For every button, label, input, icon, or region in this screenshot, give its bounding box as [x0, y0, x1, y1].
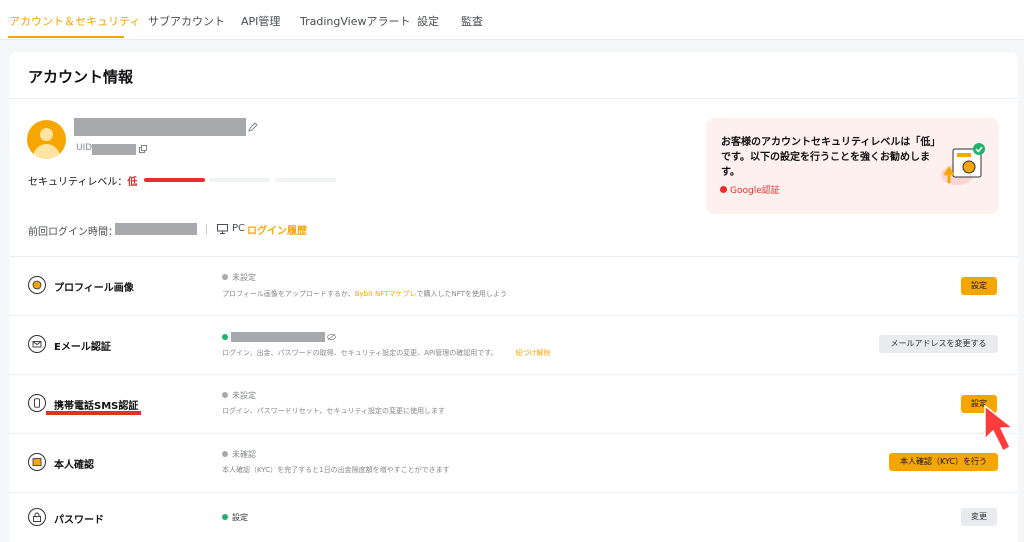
- avatar[interactable]: [27, 120, 66, 159]
- hide-eye-icon[interactable]: [327, 333, 336, 341]
- row-label-kyc: 本人確認: [54, 460, 94, 471]
- divider: [9, 492, 1018, 493]
- copy-icon[interactable]: [139, 145, 147, 153]
- tab-api-management[interactable]: API管理: [241, 13, 280, 29]
- password-change-button[interactable]: 変更: [961, 508, 997, 526]
- edit-icon[interactable]: [248, 122, 258, 132]
- security-level-label: セキュリティレベル：低: [28, 177, 138, 188]
- alert-message: お客様のアカウントセキュリティレベルは「低」です。以下の設定を行うことを強くお勧…: [721, 137, 936, 178]
- security-bar-segment-3: [275, 178, 336, 182]
- security-bar-segment-2: [209, 178, 270, 182]
- phone-icon: [28, 394, 46, 412]
- google-auth-link[interactable]: Google認証: [720, 183, 780, 196]
- sms-description: ログイン、パスワードリセット、セキュリティ設定の変更に使用します: [222, 407, 446, 415]
- email-icon: [28, 335, 46, 353]
- nft-marketplace-link[interactable]: Bybit NFTマケプレ: [355, 290, 417, 298]
- tab-tradingview-alerts[interactable]: TradingViewアラート: [300, 13, 410, 29]
- security-illustration-icon: [941, 143, 985, 185]
- sms-status: 未設定: [222, 390, 256, 401]
- page-title: アカウント情報: [28, 68, 134, 86]
- row-label-sms: 携帯電話SMS認証: [54, 401, 139, 412]
- kyc-status: 未確認: [222, 449, 256, 460]
- profile-image-description: プロフィール画像をアップロードするか、Bybit NFTマケプレで購入したNFT…: [222, 290, 507, 298]
- divider: [9, 433, 1018, 434]
- active-tab-indicator: [8, 36, 124, 38]
- tab-sub-accounts[interactable]: サブアカウント: [148, 13, 225, 29]
- row-label-password: パスワード: [54, 515, 104, 526]
- kyc-verify-button[interactable]: 本人確認（KYC）を行う: [889, 453, 998, 471]
- alert-icon: [720, 186, 727, 193]
- last-login-label: 前回ログイン時間：: [28, 227, 118, 238]
- email-verified-dot: [222, 334, 228, 340]
- security-alert-box: お客様のアカウントセキュリティレベルは「低」です。以下の設定を行うことを強くお勧…: [706, 118, 999, 214]
- divider: [9, 315, 1018, 316]
- security-level-value: 低: [127, 177, 138, 188]
- redacted-login-time: [115, 223, 197, 235]
- profile-image-set-button[interactable]: 設定: [961, 277, 997, 295]
- email-description: ログイン、出金、パスワードの取得、セキュリティ設定の変更、API管理の確認用です…: [222, 349, 551, 357]
- redacted-email: [231, 332, 325, 342]
- account-info-card: アカウント情報 UID: セキュリティレベル：低 前回ログイン時間： PC ログ…: [9, 52, 1018, 542]
- security-bar-segment-1: [144, 178, 205, 182]
- divider: [9, 374, 1018, 375]
- divider: [9, 256, 1018, 257]
- tab-settings[interactable]: 設定: [417, 13, 439, 29]
- row-label-profile-image: プロフィール画像: [54, 283, 134, 294]
- redacted-uid: [92, 144, 136, 155]
- redacted-username: [74, 118, 246, 136]
- id-card-icon: [28, 453, 46, 471]
- red-cursor-arrow-icon: [984, 405, 1014, 452]
- unlink-email-link[interactable]: 紐づけ解除: [516, 349, 551, 357]
- divider: [206, 224, 207, 234]
- profile-image-icon: [28, 276, 46, 294]
- change-email-button[interactable]: メールアドレスを変更する: [879, 335, 998, 353]
- monitor-icon: [217, 224, 228, 234]
- password-status: 設定: [222, 512, 248, 523]
- tab-account-security[interactable]: アカウント＆セキュリティ: [9, 13, 140, 29]
- divider: [9, 98, 1018, 99]
- row-label-email: Eメール認証: [54, 342, 111, 353]
- tab-audit[interactable]: 監査: [461, 13, 483, 29]
- device-label: PC: [232, 223, 246, 234]
- red-highlight-underline: [46, 411, 141, 415]
- lock-icon: [28, 508, 46, 526]
- profile-image-status: 未設定: [222, 272, 256, 283]
- kyc-description: 本人確認（KYC）を完了すると1日の出金限度額を増やすことができます: [222, 466, 450, 474]
- login-history-link[interactable]: ログイン履歴: [247, 222, 307, 237]
- top-tab-bar: アカウント＆セキュリティ サブアカウント API管理 TradingViewアラ…: [0, 0, 1024, 40]
